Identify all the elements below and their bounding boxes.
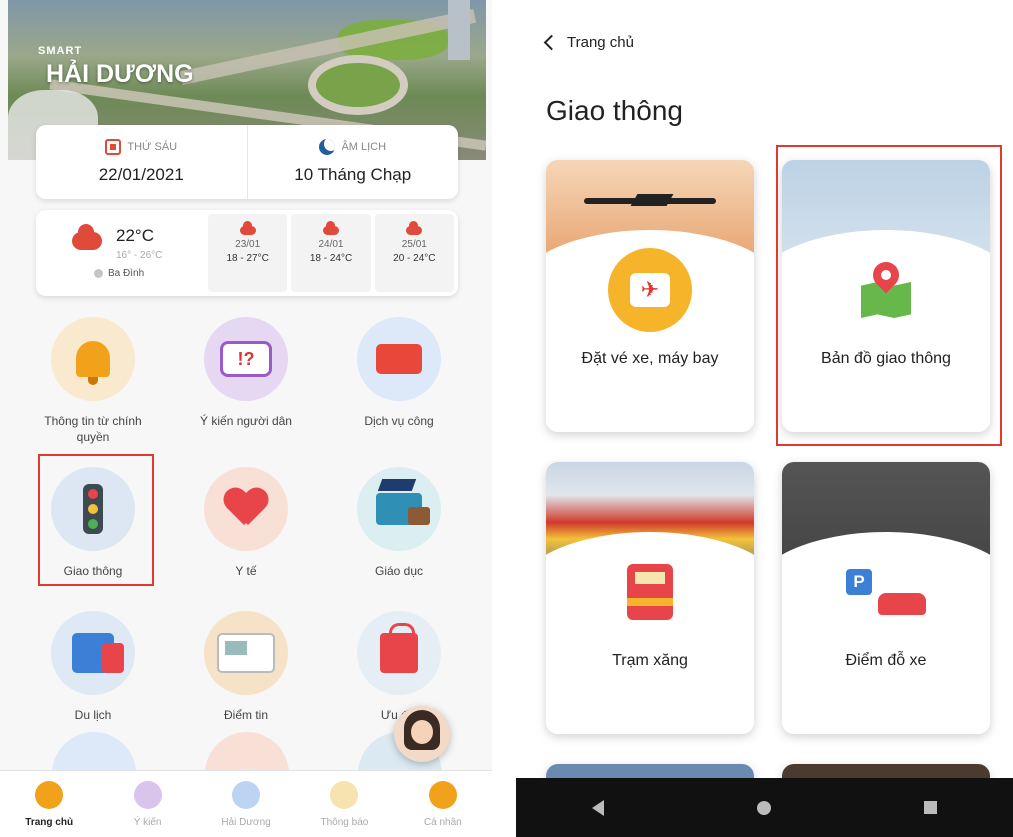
tile-education[interactable]: Giáo dục — [324, 455, 474, 605]
forecast-range: 18 - 24°C — [309, 253, 353, 264]
forecast-day: 23/01 18 - 27°C — [208, 214, 288, 292]
nav-feedback[interactable]: Ý kiến — [98, 771, 196, 837]
date-card: THỨ SÁU 22/01/2021 ÂM LỊCH 10 Tháng Chạp — [36, 125, 458, 199]
back-nav-icon[interactable] — [592, 799, 605, 816]
news-icon — [219, 635, 273, 671]
tile-label: Du lịch — [74, 708, 112, 722]
tile-label: Ý kiến người dân — [200, 414, 292, 428]
tile-partial-heart[interactable] — [205, 732, 289, 772]
gas-pump-icon — [627, 564, 673, 620]
lunar-label: ÂM LỊCH — [341, 141, 387, 153]
deals-icon — [380, 623, 418, 673]
weather-card[interactable]: 22°C 16° - 26°C Ba Đình 23/01 18 - 27°C … — [36, 210, 458, 296]
forecast-date: 23/01 — [235, 239, 261, 250]
card-label: Đặt vé xe, máy bay — [581, 350, 719, 367]
tile-label: Y tế — [235, 564, 257, 578]
home-icon — [35, 781, 64, 809]
public-service-icon — [366, 334, 422, 374]
back-label: Trang chủ — [567, 34, 634, 51]
feedback-icon — [133, 781, 162, 809]
home-screen: SMART HẢI DƯƠNG THỨ SÁU 22/01/2021 ÂM LỊ… — [0, 0, 492, 837]
location-icon — [94, 269, 103, 278]
chevron-left-icon — [543, 34, 560, 51]
tile-citizen-feedback[interactable]: !? Ý kiến người dân — [171, 305, 321, 455]
nav-hai-duong[interactable]: Hải Dương — [197, 771, 295, 837]
travel-icon — [72, 633, 124, 673]
tile-news[interactable]: Điểm tin — [171, 599, 321, 749]
bell-icon — [76, 341, 110, 385]
tile-label: Điểm tin — [223, 708, 268, 722]
weather-location: Ba Đình — [108, 268, 145, 279]
tile-government-info[interactable]: Thông tin từ chính quyền — [18, 305, 168, 455]
brand-title: HẢI DƯƠNG — [46, 60, 194, 88]
weekday-label: THỨ SÁU — [127, 141, 178, 153]
card-gas-station[interactable]: Trạm xăng — [546, 462, 754, 734]
assistant-avatar-button[interactable] — [394, 706, 450, 762]
tile-public-service[interactable]: Dịch vụ công — [324, 305, 474, 455]
tile-label: Dịch vụ công — [364, 414, 434, 428]
nav-label: Trang chủ — [25, 817, 74, 828]
back-button[interactable]: Trang chủ — [543, 34, 634, 51]
system-nav-bar — [516, 778, 1013, 837]
lunar-date-value: 10 Tháng Chạp — [294, 165, 412, 184]
education-icon — [376, 493, 430, 525]
forecast-date: 25/01 — [401, 239, 427, 250]
brand-small: SMART — [38, 45, 83, 57]
moon-icon — [319, 139, 336, 155]
nav-notifications[interactable]: Thông báo — [295, 771, 393, 837]
user-icon — [428, 781, 457, 809]
nav-label: Cá nhân — [423, 817, 462, 828]
parking-icon: P — [846, 569, 926, 615]
forecast-range: 20 - 24°C — [393, 253, 436, 264]
calendar-icon — [105, 139, 122, 155]
lunar-date: ÂM LỊCH 10 Tháng Chạp — [246, 125, 459, 199]
nav-label: Hải Dương — [221, 817, 271, 828]
tile-health[interactable]: Y tế — [171, 455, 321, 605]
airplane-photo — [584, 198, 716, 204]
feedback-icon: !? — [220, 341, 272, 377]
forecast-range: 18 - 27°C — [226, 253, 269, 264]
airplane-ticket-icon: ✈ — [608, 248, 692, 332]
rain-cloud-icon — [239, 221, 256, 235]
nav-label: Thông báo — [320, 817, 369, 828]
page-title: Giao thông — [546, 95, 683, 126]
today-range: 16° - 26°C — [116, 250, 163, 261]
card-label: Điểm đỗ xe — [845, 652, 927, 669]
rain-cloud-icon — [322, 221, 339, 235]
home-nav-icon[interactable] — [756, 800, 771, 815]
city-icon — [232, 781, 261, 809]
nav-label: Ý kiến — [133, 817, 162, 828]
solar-date: THỨ SÁU 22/01/2021 — [36, 125, 247, 199]
card-ticket-booking[interactable]: ✈ Đặt vé xe, máy bay — [546, 160, 754, 432]
bottom-nav: Trang chủ Ý kiến Hải Dương Thông báo Cá … — [0, 770, 492, 837]
tile-travel[interactable]: Du lịch — [18, 599, 168, 749]
recents-nav-icon[interactable] — [923, 801, 937, 814]
nav-home[interactable]: Trang chủ — [0, 771, 98, 837]
rain-cloud-icon — [406, 221, 423, 235]
today-temperature: 22°C — [116, 226, 154, 245]
highlight-traffic-map — [776, 145, 1002, 446]
tile-partial-tools[interactable] — [52, 732, 136, 772]
tile-label: Thông tin từ chính quyền — [44, 414, 142, 444]
health-icon — [224, 489, 268, 529]
solar-date-value: 22/01/2021 — [98, 165, 184, 184]
tile-label: Giáo dục — [374, 564, 424, 578]
rain-cloud-icon — [72, 224, 102, 250]
nav-profile[interactable]: Cá nhân — [394, 771, 492, 837]
forecast-date: 24/01 — [318, 239, 344, 250]
card-parking[interactable]: P Điểm đỗ xe — [782, 462, 990, 734]
forecast-day: 24/01 18 - 24°C — [291, 214, 371, 292]
forecast-day: 25/01 20 - 24°C — [374, 214, 454, 292]
bell-icon — [330, 781, 359, 809]
weather-today: 22°C 16° - 26°C Ba Đình — [40, 214, 204, 292]
card-label: Trạm xăng — [612, 652, 688, 669]
highlight-traffic — [38, 454, 154, 586]
